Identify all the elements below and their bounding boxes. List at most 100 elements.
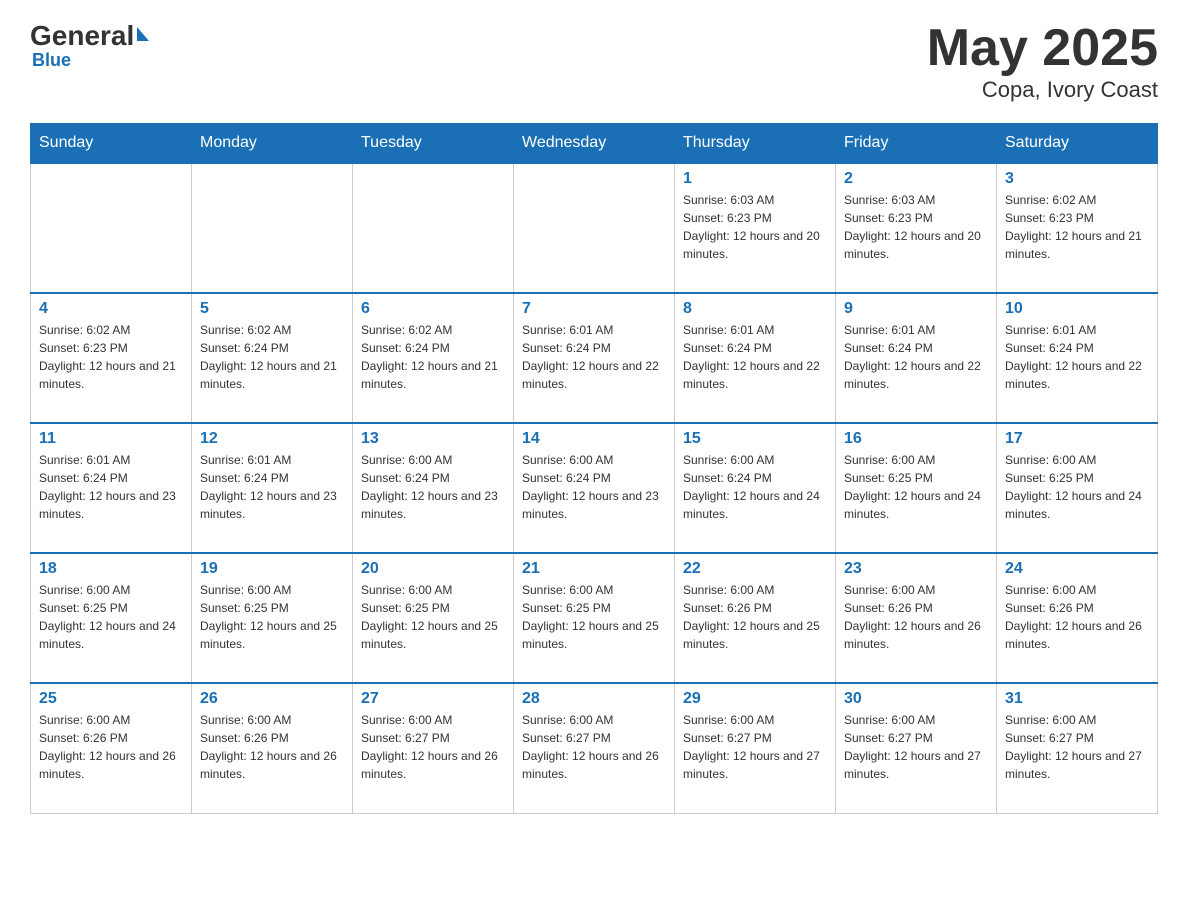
calendar-cell-w5-d1: 25Sunrise: 6:00 AMSunset: 6:26 PMDayligh…	[31, 683, 192, 813]
day-info: Sunrise: 6:01 AMSunset: 6:24 PMDaylight:…	[844, 321, 988, 393]
calendar-cell-w1-d6: 2 Sunrise: 6:03 AMSunset: 6:23 PMDaylight…	[836, 163, 997, 293]
month-title: May 2025	[927, 20, 1158, 77]
calendar-week-2: 4 Sunrise: 6:02 AMSunset: 6:23 PMDaylight…	[31, 293, 1158, 423]
logo-general: General	[30, 20, 134, 52]
calendar-week-1: 1Sunrise: 6:03 AMSunset: 6:23 PMDaylight…	[31, 163, 1158, 293]
calendar-cell-w5-d5: 29Sunrise: 6:00 AMSunset: 6:27 PMDayligh…	[675, 683, 836, 813]
calendar-cell-w2-d3: 6 Sunrise: 6:02 AMSunset: 6:24 PMDaylight…	[353, 293, 514, 423]
day-number: 6	[361, 300, 505, 318]
day-number: 31	[1005, 690, 1149, 708]
calendar-cell-w2-d7: 10Sunrise: 6:01 AMSunset: 6:24 PMDayligh…	[997, 293, 1158, 423]
header-sunday: Sunday	[31, 124, 192, 164]
header-monday: Monday	[192, 124, 353, 164]
day-info: Sunrise: 6:00 AMSunset: 6:26 PMDaylight:…	[844, 581, 988, 653]
location: Copa, Ivory Coast	[927, 77, 1158, 103]
day-number: 12	[200, 430, 344, 448]
calendar-cell-w4-d3: 20 Sunrise: 6:00 AMSunset: 6:25 PMDayligh…	[353, 553, 514, 683]
day-number: 29	[683, 690, 827, 708]
day-number: 26	[200, 690, 344, 708]
day-info: Sunrise: 6:01 AMSunset: 6:24 PMDaylight:…	[39, 451, 183, 523]
day-info: Sunrise: 6:02 AMSunset: 6:24 PMDaylight:…	[361, 321, 505, 393]
day-number: 21	[522, 560, 666, 578]
day-number: 27	[361, 690, 505, 708]
day-info: Sunrise: 6:02 AMSunset: 6:23 PMDaylight:…	[39, 321, 183, 393]
calendar-cell-w1-d2	[192, 163, 353, 293]
calendar-cell-w4-d2: 19 Sunrise: 6:00 AMSunset: 6:25 PMDayligh…	[192, 553, 353, 683]
calendar-cell-w3-d3: 13 Sunrise: 6:00 AMSunset: 6:24 PMDayligh…	[353, 423, 514, 553]
calendar-header-row: Sunday Monday Tuesday Wednesday Thursday…	[31, 124, 1158, 164]
calendar-week-4: 18 Sunrise: 6:00 AMSunset: 6:25 PMDayligh…	[31, 553, 1158, 683]
calendar-cell-w5-d2: 26 Sunrise: 6:00 AMSunset: 6:26 PMDayligh…	[192, 683, 353, 813]
header-tuesday: Tuesday	[353, 124, 514, 164]
day-number: 13	[361, 430, 505, 448]
calendar-cell-w1-d5: 1Sunrise: 6:03 AMSunset: 6:23 PMDaylight…	[675, 163, 836, 293]
day-info: Sunrise: 6:00 AMSunset: 6:25 PMDaylight:…	[200, 581, 344, 653]
day-number: 17	[1005, 430, 1149, 448]
calendar-cell-w5-d7: 31 Sunrise: 6:00 AMSunset: 6:27 PMDayligh…	[997, 683, 1158, 813]
calendar-cell-w2-d2: 5Sunrise: 6:02 AMSunset: 6:24 PMDaylight…	[192, 293, 353, 423]
day-number: 16	[844, 430, 988, 448]
calendar-cell-w1-d4	[514, 163, 675, 293]
day-info: Sunrise: 6:00 AMSunset: 6:25 PMDaylight:…	[361, 581, 505, 653]
day-number: 25	[39, 690, 183, 708]
day-info: Sunrise: 6:00 AMSunset: 6:25 PMDaylight:…	[844, 451, 988, 523]
day-info: Sunrise: 6:00 AMSunset: 6:27 PMDaylight:…	[1005, 711, 1149, 783]
calendar-table: Sunday Monday Tuesday Wednesday Thursday…	[30, 123, 1158, 814]
day-info: Sunrise: 6:03 AMSunset: 6:23 PMDaylight:…	[844, 191, 988, 263]
calendar-cell-w4-d6: 23Sunrise: 6:00 AMSunset: 6:26 PMDayligh…	[836, 553, 997, 683]
calendar-cell-w5-d6: 30 Sunrise: 6:00 AMSunset: 6:27 PMDayligh…	[836, 683, 997, 813]
day-number: 8	[683, 300, 827, 318]
day-info: Sunrise: 6:00 AMSunset: 6:27 PMDaylight:…	[361, 711, 505, 783]
day-info: Sunrise: 6:00 AMSunset: 6:27 PMDaylight:…	[844, 711, 988, 783]
calendar-cell-w1-d3	[353, 163, 514, 293]
day-info: Sunrise: 6:02 AMSunset: 6:24 PMDaylight:…	[200, 321, 344, 393]
calendar-cell-w2-d4: 7 Sunrise: 6:01 AMSunset: 6:24 PMDaylight…	[514, 293, 675, 423]
day-info: Sunrise: 6:03 AMSunset: 6:23 PMDaylight:…	[683, 191, 827, 263]
header-friday: Friday	[836, 124, 997, 164]
logo-triangle-icon	[137, 27, 149, 41]
calendar-cell-w1-d1	[31, 163, 192, 293]
day-number: 24	[1005, 560, 1149, 578]
calendar-cell-w3-d4: 14 Sunrise: 6:00 AMSunset: 6:24 PMDayligh…	[514, 423, 675, 553]
calendar-cell-w4-d7: 24 Sunrise: 6:00 AMSunset: 6:26 PMDayligh…	[997, 553, 1158, 683]
calendar-cell-w1-d7: 3Sunrise: 6:02 AMSunset: 6:23 PMDaylight…	[997, 163, 1158, 293]
day-info: Sunrise: 6:02 AMSunset: 6:23 PMDaylight:…	[1005, 191, 1149, 263]
day-info: Sunrise: 6:00 AMSunset: 6:24 PMDaylight:…	[522, 451, 666, 523]
day-info: Sunrise: 6:00 AMSunset: 6:26 PMDaylight:…	[200, 711, 344, 783]
title-section: May 2025 Copa, Ivory Coast	[927, 20, 1158, 103]
calendar-cell-w2-d6: 9Sunrise: 6:01 AMSunset: 6:24 PMDaylight…	[836, 293, 997, 423]
logo-subtitle: Blue	[32, 50, 71, 71]
day-number: 19	[200, 560, 344, 578]
calendar-cell-w2-d1: 4 Sunrise: 6:02 AMSunset: 6:23 PMDaylight…	[31, 293, 192, 423]
logo: General Blue	[30, 20, 149, 71]
day-number: 15	[683, 430, 827, 448]
calendar-cell-w5-d3: 27 Sunrise: 6:00 AMSunset: 6:27 PMDayligh…	[353, 683, 514, 813]
day-info: Sunrise: 6:00 AMSunset: 6:25 PMDaylight:…	[1005, 451, 1149, 523]
day-number: 14	[522, 430, 666, 448]
calendar-cell-w3-d7: 17 Sunrise: 6:00 AMSunset: 6:25 PMDayligh…	[997, 423, 1158, 553]
day-number: 20	[361, 560, 505, 578]
day-number: 10	[1005, 300, 1149, 318]
day-number: 7	[522, 300, 666, 318]
logo-text: General	[30, 20, 149, 52]
day-number: 30	[844, 690, 988, 708]
calendar-cell-w3-d1: 11Sunrise: 6:01 AMSunset: 6:24 PMDayligh…	[31, 423, 192, 553]
day-info: Sunrise: 6:00 AMSunset: 6:25 PMDaylight:…	[39, 581, 183, 653]
calendar-cell-w3-d2: 12 Sunrise: 6:01 AMSunset: 6:24 PMDayligh…	[192, 423, 353, 553]
calendar-cell-w3-d5: 15Sunrise: 6:00 AMSunset: 6:24 PMDayligh…	[675, 423, 836, 553]
calendar-week-5: 25 Sunrise: 6:00 AMSunset: 6:26 PMDayligh…	[31, 683, 1158, 813]
day-info: Sunrise: 6:00 AMSunset: 6:26 PMDaylight:…	[1005, 581, 1149, 653]
page-header: General Blue May 2025 Copa, Ivory Coast	[30, 20, 1158, 103]
day-number: 28	[522, 690, 666, 708]
day-info: Sunrise: 6:00 AMSunset: 6:24 PMDaylight:…	[361, 451, 505, 523]
day-info: Sunrise: 6:01 AMSunset: 6:24 PMDaylight:…	[522, 321, 666, 393]
day-number: 18	[39, 560, 183, 578]
day-number: 4	[39, 300, 183, 318]
day-info: Sunrise: 6:01 AMSunset: 6:24 PMDaylight:…	[200, 451, 344, 523]
day-info: Sunrise: 6:00 AMSunset: 6:27 PMDaylight:…	[522, 711, 666, 783]
day-number: 22	[683, 560, 827, 578]
header-wednesday: Wednesday	[514, 124, 675, 164]
calendar-cell-w4-d5: 22Sunrise: 6:00 AMSunset: 6:26 PMDayligh…	[675, 553, 836, 683]
calendar-cell-w5-d4: 28 Sunrise: 6:00 AMSunset: 6:27 PMDayligh…	[514, 683, 675, 813]
day-number: 2	[844, 170, 988, 188]
